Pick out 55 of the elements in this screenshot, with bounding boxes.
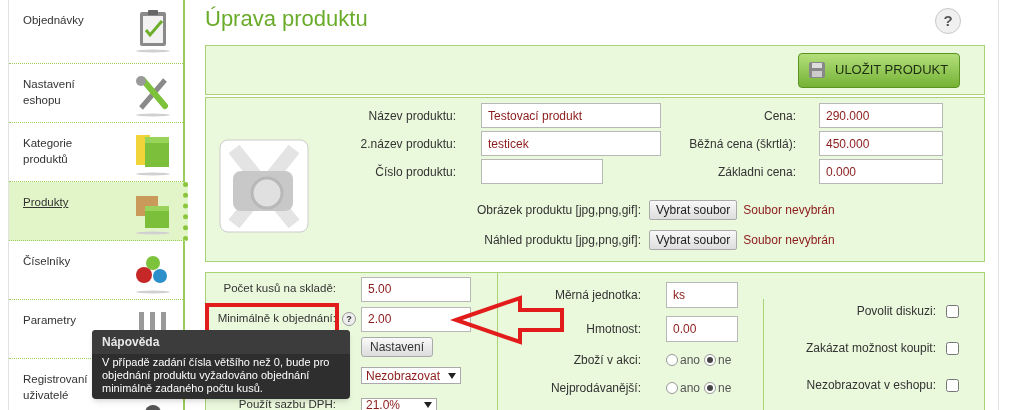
- settings-button[interactable]: Nastavení: [361, 337, 434, 357]
- caret-icon: [424, 402, 432, 408]
- field-label: Běžná cena (škrtlá):: [688, 135, 796, 153]
- field-label: Nejprodávanější:: [549, 380, 641, 397]
- select-field[interactable]: 21.0%: [361, 398, 437, 410]
- input-field[interactable]: [481, 159, 603, 184]
- input-field[interactable]: ks: [666, 282, 738, 308]
- field-label: Cena:: [762, 107, 796, 125]
- field-label: 2.název produktu:: [359, 135, 456, 153]
- floppy-icon: [809, 62, 825, 78]
- field-label: Zakázat možnost koupit:: [804, 340, 936, 357]
- caret-icon: [448, 372, 456, 379]
- field-label: Základni cena:: [716, 163, 796, 181]
- radio-option[interactable]: ano: [666, 379, 701, 397]
- radio-option[interactable]: ano: [666, 351, 701, 369]
- field-label: Povolit diskuzi:: [855, 303, 936, 320]
- input-field[interactable]: 450.000: [819, 131, 943, 156]
- field-label: Zboží v akci:: [572, 352, 641, 369]
- input-field[interactable]: 0.000: [819, 159, 943, 184]
- input-field[interactable]: testicek: [481, 131, 661, 156]
- input-field[interactable]: 5.00: [361, 276, 471, 302]
- sidebar-item[interactable]: Produkty: [9, 182, 188, 241]
- checkbox[interactable]: [946, 341, 959, 355]
- input-field[interactable]: 2.00: [361, 306, 471, 332]
- field-label: Název produktu:: [367, 107, 456, 125]
- checkbox[interactable]: [946, 378, 959, 392]
- file-status: Soubor nevybrán: [743, 232, 835, 249]
- choose-file-button[interactable]: Vybrat soubor: [649, 200, 738, 220]
- field-label: Hmotnost:: [585, 321, 641, 338]
- save-button[interactable]: ULOŽIT PRODUKT: [798, 52, 960, 88]
- tooltip-title: Nápověda: [102, 335, 160, 349]
- field-label: Měrná jednotka:: [553, 287, 641, 304]
- camera-placeholder-icon: [218, 138, 309, 233]
- help-button[interactable]: ?: [935, 8, 961, 34]
- sidebar-item[interactable]: Objednávky: [9, 0, 183, 64]
- page-title: Úprava produktu: [205, 5, 368, 32]
- field-label: Minimálně k objednání:: [216, 311, 336, 327]
- input-field[interactable]: 290.000: [819, 103, 943, 128]
- sidebar-item[interactable]: Nastavení eshopu: [9, 64, 183, 123]
- file-status: Soubor nevybrán: [743, 202, 835, 219]
- field-label: Náhled produktu [jpg,png,gif]:: [483, 232, 641, 249]
- field-label: Použít sazbu DPH:: [237, 397, 336, 410]
- help-button[interactable]: ?: [342, 312, 356, 326]
- choose-file-button[interactable]: Vybrat soubor: [649, 230, 738, 250]
- field-label: Obrázek produktu [jpg,png,gif]:: [475, 202, 641, 219]
- select-field[interactable]: Nezobrazovat: [361, 367, 461, 384]
- radio-option[interactable]: ne: [704, 351, 732, 369]
- field-label: Nezobrazovat v eshopu:: [805, 377, 936, 394]
- input-field[interactable]: Testovací produkt: [481, 103, 661, 128]
- input-field[interactable]: 0.00: [666, 316, 738, 342]
- checkbox[interactable]: [946, 304, 959, 318]
- radio-option[interactable]: ne: [704, 379, 732, 397]
- field-label: Počet kusů na skladě:: [222, 281, 336, 297]
- sidebar-item[interactable]: Číselníky: [9, 241, 183, 300]
- field-label: Číslo produktu:: [374, 163, 456, 181]
